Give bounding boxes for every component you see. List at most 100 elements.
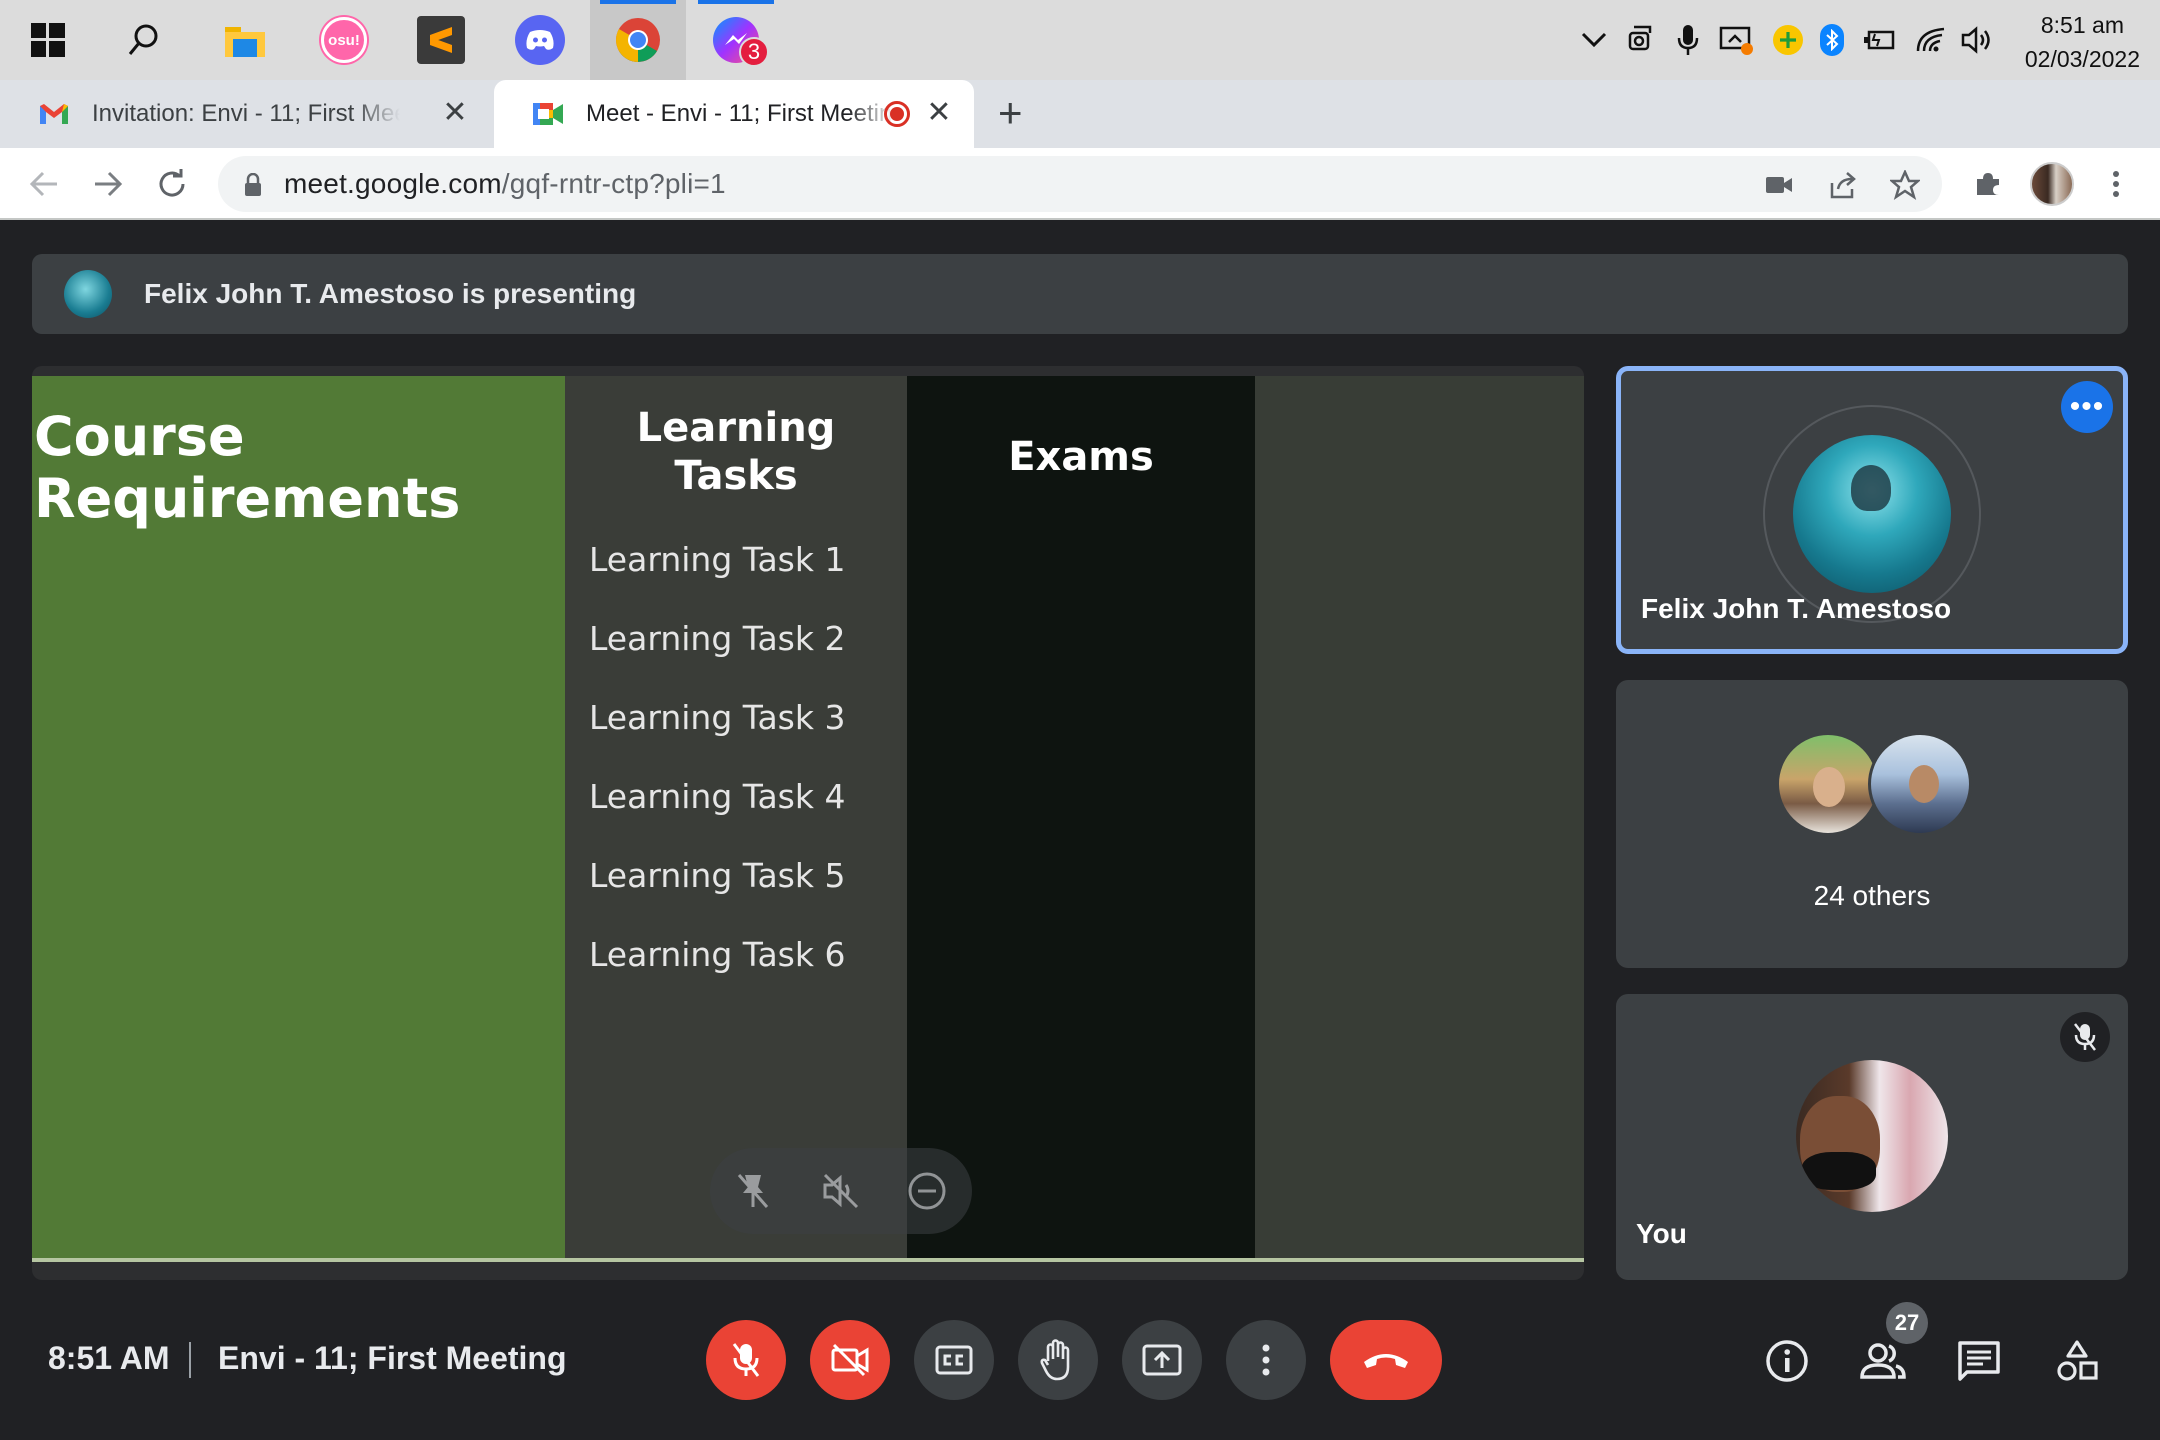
lock-icon[interactable] (232, 164, 274, 206)
extensions-icon[interactable] (1962, 158, 2014, 210)
new-tab-button[interactable]: + (998, 92, 1023, 134)
meet-icon (532, 98, 564, 130)
people-icon (1860, 1343, 1906, 1379)
close-tab-icon[interactable]: ✕ (924, 98, 954, 128)
reload-button[interactable] (146, 158, 198, 210)
slide-column-tasks: Learning Tasks Learning Task 1 Learning … (565, 376, 907, 1258)
presenter-tile[interactable]: ••• Felix John T. Amestoso (1616, 366, 2128, 654)
presenter-photo (1793, 435, 1951, 593)
vertical-dots-icon (1262, 1344, 1270, 1376)
tab-meet[interactable]: Meet - Envi - 11; First Meeting ✕ (494, 80, 974, 148)
back-button[interactable] (18, 158, 70, 210)
microphone-toggle-button[interactable] (706, 1320, 786, 1400)
url-domain: meet.google.com (284, 168, 502, 199)
more-options-button[interactable]: ••• (2061, 381, 2113, 433)
activities-button[interactable] (2042, 1326, 2112, 1396)
chevron-up-icon[interactable] (1572, 0, 1616, 80)
chat-icon (1958, 1341, 2000, 1381)
chrome-taskbar-icon[interactable] (590, 0, 686, 80)
microphone-tray-icon[interactable] (1666, 0, 1710, 80)
address-bar-row: meet.google.com/gqf-rntr-ctp?pli=1 (0, 148, 2160, 220)
chat-button[interactable] (1944, 1326, 2014, 1396)
tab-title: Meet - Envi - 11; First Meeting (586, 100, 894, 127)
participant-thumbnail (1776, 732, 1880, 836)
present-now-button[interactable] (1122, 1320, 1202, 1400)
leave-call-button[interactable] (1330, 1320, 1442, 1400)
meeting-details-button[interactable] (1752, 1326, 1822, 1396)
task-item: Learning Task 2 (589, 619, 846, 658)
hand-icon (1040, 1339, 1070, 1381)
clock-date: 02/03/2022 (2024, 46, 2140, 72)
closed-captions-icon (935, 1345, 973, 1375)
bluetooth-icon[interactable] (1810, 0, 1854, 80)
system-clock[interactable]: 8:51 am 02/03/2022 (2025, 8, 2140, 76)
sublime-text-icon[interactable] (393, 0, 489, 80)
discord-icon[interactable] (492, 0, 588, 80)
remove-from-call-icon[interactable] (906, 1170, 948, 1212)
task-item: Learning Task 1 (589, 540, 846, 579)
recording-icon (884, 101, 910, 127)
clock-time: 8:51 am (2040, 12, 2124, 38)
divider (189, 1342, 191, 1378)
file-explorer-icon[interactable] (197, 0, 293, 80)
screen-share-tray-icon[interactable] (1714, 0, 1758, 80)
messenger-badge: 3 (739, 37, 769, 67)
muted-mic-icon (2060, 1012, 2110, 1062)
presenting-banner: Felix John T. Amestoso is presenting (32, 254, 2128, 334)
slide-column-exams: Exams (907, 376, 1255, 1258)
windows-start-icon[interactable] (0, 0, 96, 80)
tab-title: Invitation: Envi - 11; First Meeting (92, 100, 400, 127)
presenter-avatar (64, 270, 112, 318)
forward-button[interactable] (82, 158, 134, 210)
wifi-icon[interactable] (1910, 0, 1954, 80)
unpin-icon[interactable] (732, 1170, 774, 1212)
self-photo (1796, 1060, 1948, 1212)
camera-in-use-icon[interactable] (1758, 164, 1800, 206)
presentation-area[interactable]: Course Requirements Learning Tasks Learn… (32, 366, 1584, 1280)
bookmark-star-icon[interactable] (1884, 164, 1926, 206)
osu-icon[interactable]: osu! (296, 0, 392, 80)
task-item: Learning Task 4 (589, 777, 846, 816)
self-tile[interactable]: You (1616, 994, 2128, 1280)
others-tile[interactable]: 24 others (1616, 680, 2128, 968)
url-path: /gqf-rntr-ctp?pli=1 (501, 168, 726, 199)
close-tab-icon[interactable]: ✕ (440, 98, 470, 128)
windows-taskbar: osu! 3 8:51 am 02/03/2022 (0, 0, 2160, 80)
search-icon[interactable] (96, 0, 192, 80)
tile-hover-controls (710, 1148, 972, 1234)
mute-audio-icon[interactable] (820, 1170, 862, 1212)
participant-thumbnail (1868, 732, 1972, 836)
share-icon[interactable] (1822, 164, 1864, 206)
slide-column-empty (1255, 376, 1584, 1258)
captions-button[interactable] (914, 1320, 994, 1400)
presenting-text: Felix John T. Amestoso is presenting (144, 278, 637, 309)
present-screen-icon (1142, 1344, 1182, 1376)
camera-toggle-button[interactable] (810, 1320, 890, 1400)
meeting-name: Envi - 11; First Meeting (218, 1340, 567, 1376)
battery-icon[interactable] (1858, 0, 1902, 80)
shapes-icon (2057, 1340, 2098, 1381)
task-item: Learning Task 5 (589, 856, 846, 895)
others-count: 24 others (1813, 880, 1931, 911)
omnibox[interactable]: meet.google.com/gqf-rntr-ctp?pli=1 (218, 156, 1942, 212)
tasks-heading: Learning Tasks (636, 405, 836, 499)
exams-heading: Exams (1008, 434, 1154, 480)
raise-hand-button[interactable] (1018, 1320, 1098, 1400)
meeting-control-bar: 8:51 AM Envi - 11; First Meeting (0, 1300, 2160, 1440)
vpn-icon[interactable] (1766, 0, 1810, 80)
slide-column-title: Course Requirements (32, 376, 565, 1258)
volume-icon[interactable] (1956, 0, 2000, 80)
chrome-menu-icon[interactable] (2090, 158, 2142, 210)
url-text[interactable]: meet.google.com/gqf-rntr-ctp?pli=1 (284, 168, 726, 200)
hang-up-icon (1364, 1354, 1408, 1368)
participant-name: You (1636, 1218, 1687, 1249)
mic-off-icon (732, 1343, 760, 1377)
camera-privacy-icon[interactable] (1620, 0, 1664, 80)
info-icon (1766, 1340, 1808, 1382)
task-item: Learning Task 3 (589, 698, 846, 737)
more-options-button[interactable] (1226, 1320, 1306, 1400)
profile-avatar[interactable] (2030, 162, 2074, 206)
tab-gmail-invitation[interactable]: Invitation: Envi - 11; First Meeting ✕ (0, 80, 490, 148)
browser-tab-strip: Invitation: Envi - 11; First Meeting ✕ M… (0, 80, 2160, 205)
messenger-icon[interactable]: 3 (688, 0, 784, 80)
